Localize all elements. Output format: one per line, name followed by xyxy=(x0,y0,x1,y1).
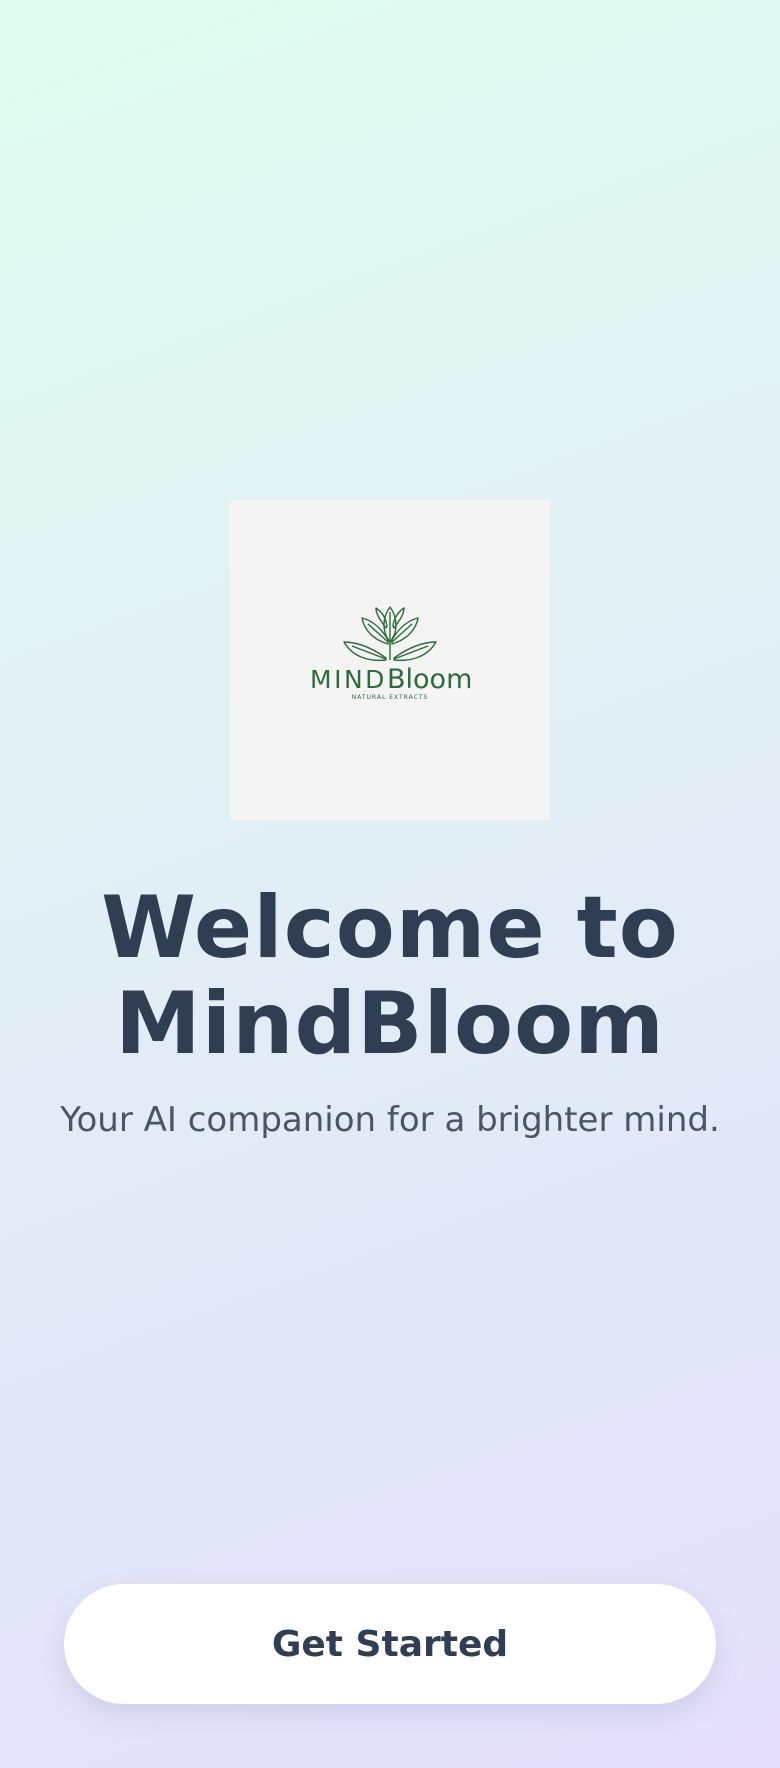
tagline: Your AI companion for a brighter mind. xyxy=(60,1100,720,1140)
leaf-sprout-icon xyxy=(343,606,437,662)
logo-image: MIND Bloom NATURAL EXTRACTS xyxy=(230,500,550,820)
welcome-screen: MIND Bloom NATURAL EXTRACTS Welcome to M… xyxy=(0,0,780,1768)
mindbloom-logo: MIND Bloom NATURAL EXTRACTS xyxy=(310,606,472,701)
logo-wordmark-mind: MIND xyxy=(310,665,387,694)
logo-wordmark-bloom: Bloom xyxy=(387,664,472,695)
welcome-title-line2: MindBloom xyxy=(115,974,665,1074)
logo-subtext: NATURAL EXTRACTS xyxy=(352,694,429,701)
welcome-title-line1: Welcome to xyxy=(101,878,679,978)
get-started-button[interactable]: Get Started xyxy=(64,1584,716,1704)
welcome-title: Welcome to MindBloom xyxy=(0,880,780,1072)
